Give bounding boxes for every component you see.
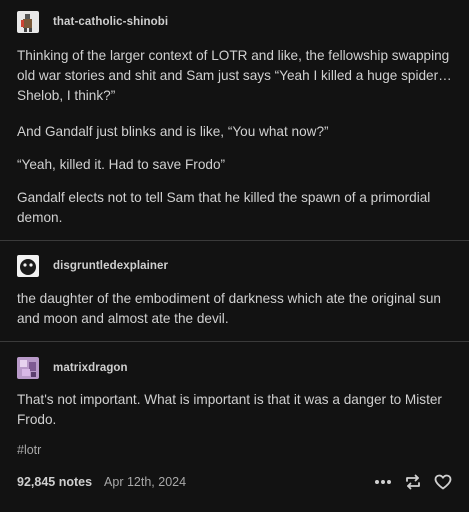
avatar[interactable] (17, 11, 39, 33)
post-header: disgruntledexplainer (17, 255, 168, 277)
post-header: matrixdragon (17, 357, 128, 379)
post-paragraph: the daughter of the embodiment of darkne… (17, 291, 441, 326)
post-paragraph: Gandalf elects not to tell Sam that he k… (17, 190, 431, 225)
post-header: that-catholic-shinobi (17, 11, 168, 33)
post-actions (373, 472, 453, 492)
notes-count[interactable]: 92,845 notes (17, 475, 92, 489)
post-date: Apr 12th, 2024 (104, 475, 187, 489)
more-icon[interactable] (373, 472, 393, 492)
avatar[interactable] (17, 255, 39, 277)
divider (0, 240, 469, 241)
username[interactable]: disgruntledexplainer (53, 260, 168, 272)
post-footer: 92,845 notes Apr 12th, 2024 (17, 472, 453, 492)
username[interactable]: matrixdragon (53, 362, 128, 374)
tag-link[interactable]: #lotr (17, 443, 41, 457)
reblog-icon[interactable] (403, 472, 423, 492)
post-paragraph: And Gandalf just blinks and is like, “Yo… (17, 124, 329, 139)
heart-icon[interactable] (433, 472, 453, 492)
divider (0, 341, 469, 342)
post-paragraph: That's not important. What is important … (17, 392, 442, 427)
avatar[interactable] (17, 357, 39, 379)
post-paragraph: “Yeah, killed it. Had to save Frodo” (17, 157, 226, 172)
username[interactable]: that-catholic-shinobi (53, 16, 168, 28)
post-paragraph: Thinking of the larger context of LOTR a… (17, 48, 452, 103)
